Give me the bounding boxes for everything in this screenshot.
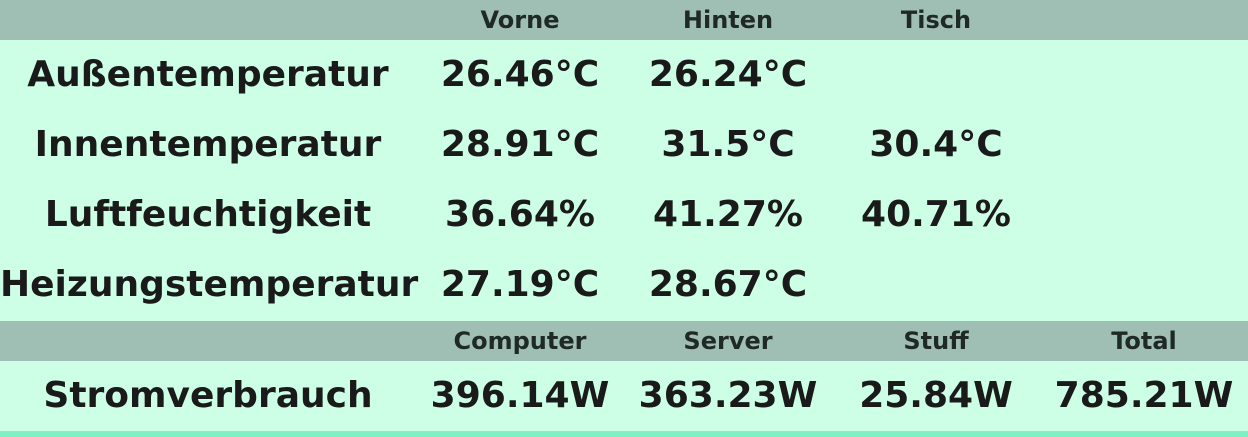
value-computer: 396.14W — [430, 375, 610, 416]
row-label: Stromverbrauch — [43, 375, 373, 416]
value-tisch: 40.71% — [861, 194, 1011, 235]
value-tisch — [832, 250, 1040, 320]
value-vorne: 27.19°C — [440, 264, 600, 305]
header-hinten: Hinten — [682, 6, 774, 34]
row-label: Luftfeuchtigkeit — [44, 194, 372, 235]
header-total: Total — [1111, 327, 1177, 355]
header-stuff: Stuff — [903, 327, 969, 355]
value-hinten: 41.27% — [653, 194, 803, 235]
value-server: 363.23W — [638, 375, 818, 416]
row-label: Außentemperatur — [27, 54, 389, 95]
power-header-row: Computer Server Stuff Total — [0, 321, 1248, 361]
value-hinten: 28.67°C — [648, 264, 808, 305]
value-total: 785.21W — [1054, 375, 1234, 416]
value-hinten: 31.5°C — [661, 124, 795, 165]
table-row-aussentemperatur: Außentemperatur 26.46°C 26.24°C — [0, 40, 1248, 110]
climate-header-row: Vorne Hinten Tisch — [0, 0, 1248, 40]
header-server: Server — [683, 327, 773, 355]
value-tisch: 30.4°C — [869, 124, 1003, 165]
header-vorne: Vorne — [480, 6, 560, 34]
table-row-heizungstemperatur: Heizungstemperatur 27.19°C 28.67°C — [0, 250, 1248, 320]
value-vorne: 26.46°C — [440, 54, 600, 95]
value-stuff: 25.84W — [859, 375, 1013, 416]
value-vorne: 28.91°C — [440, 124, 600, 165]
value-hinten: 26.24°C — [648, 54, 808, 95]
bottom-divider — [0, 431, 1248, 437]
row-label: Heizungstemperatur — [0, 264, 419, 305]
header-tisch: Tisch — [900, 6, 972, 34]
header-computer: Computer — [453, 327, 587, 355]
row-label: Innentemperatur — [34, 124, 382, 165]
value-tisch — [832, 40, 1040, 110]
value-vorne: 36.64% — [445, 194, 595, 235]
table-row-innentemperatur: Innentemperatur 28.91°C 31.5°C 30.4°C — [0, 110, 1248, 180]
table-row-luftfeuchtigkeit: Luftfeuchtigkeit 36.64% 41.27% 40.71% — [0, 180, 1248, 250]
table-row-stromverbrauch: Stromverbrauch 396.14W 363.23W 25.84W 78… — [0, 361, 1248, 431]
dashboard-table: Vorne Hinten Tisch Außentemperatur 26.46… — [0, 0, 1248, 437]
